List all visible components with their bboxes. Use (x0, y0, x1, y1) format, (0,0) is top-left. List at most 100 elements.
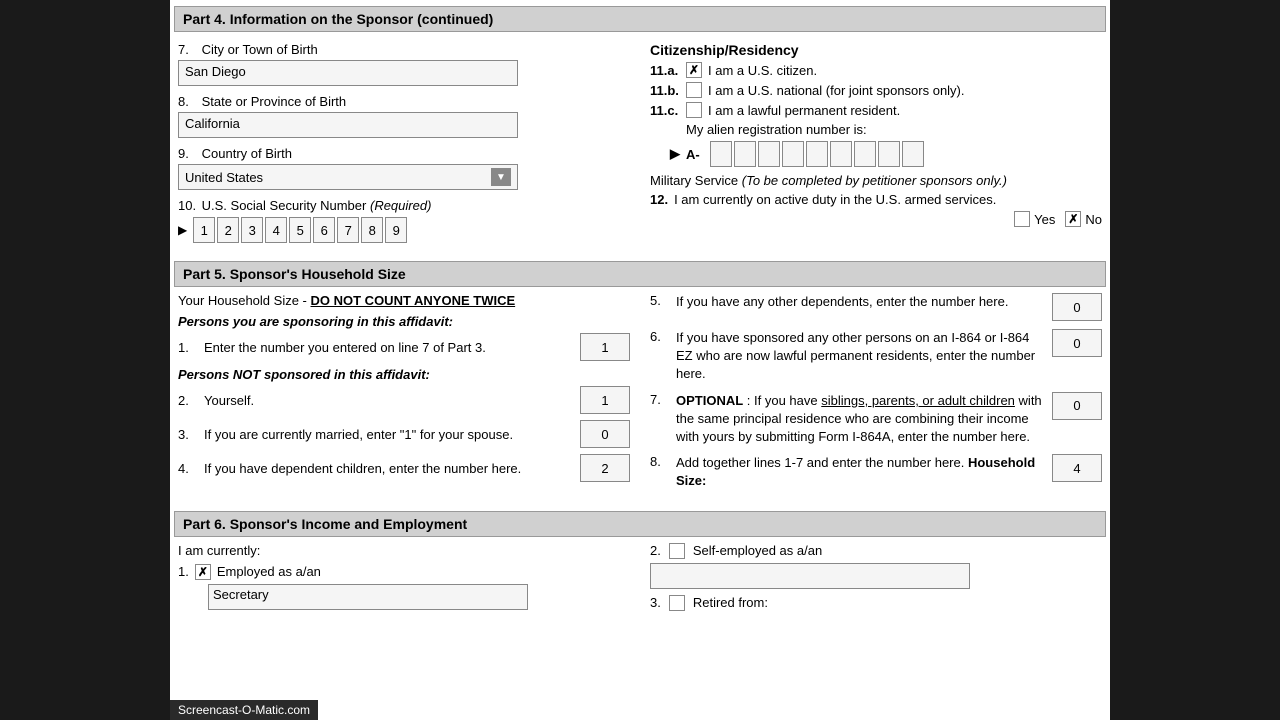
field-7-row: 7. City or Town of Birth San Diego (178, 42, 630, 86)
ssn-box-2[interactable]: 2 (217, 217, 239, 243)
form-container: Part 4. Information on the Sponsor (cont… (170, 0, 1110, 720)
part6-header: Part 6. Sponsor's Income and Employment (174, 511, 1106, 537)
state-birth-input[interactable]: California (178, 112, 518, 138)
ssn-box-8[interactable]: 8 (361, 217, 383, 243)
self-emp-label: Self-employed as a/an (693, 543, 822, 558)
dropdown-arrow-icon[interactable]: ▼ (491, 168, 511, 186)
alien-box-2[interactable] (734, 141, 756, 167)
ssn-play-icon: ▶ (178, 223, 187, 237)
employed-input[interactable]: Secretary (208, 584, 528, 610)
part6-left: I am currently: 1. ✗ Employed as a/an Se… (178, 543, 630, 611)
alien-box-3[interactable] (758, 141, 780, 167)
ssn-box-4[interactable]: 4 (265, 217, 287, 243)
part4-header: Part 4. Information on the Sponsor (cont… (174, 6, 1106, 32)
ssn-box-9[interactable]: 9 (385, 217, 407, 243)
part5-input-3[interactable]: 0 (580, 420, 630, 448)
alien-box-5[interactable] (806, 141, 828, 167)
checkbox-11b[interactable] (686, 82, 702, 98)
part5-left: Your Household Size - DO NOT COUNT ANYON… (178, 293, 630, 499)
part5-item-5: 5. If you have any other dependents, ent… (650, 293, 1102, 321)
alien-box-6[interactable] (830, 141, 852, 167)
checkbox-11c[interactable] (686, 102, 702, 118)
right-column: Citizenship/Residency 11.a. ✗ I am a U.S… (650, 42, 1102, 251)
yes-checkbox[interactable] (1014, 211, 1030, 227)
yes-option: Yes (1014, 211, 1055, 227)
ssn-box-7[interactable]: 7 (337, 217, 359, 243)
part6-right: 2. Self-employed as a/an 3. Retired from… (650, 543, 1102, 611)
not-sponsoring-label: Persons NOT sponsored in this affidavit: (178, 367, 630, 382)
part5-right-input-6[interactable]: 0 (1052, 329, 1102, 357)
retired-label: Retired from: (693, 595, 768, 610)
ssn-box-6[interactable]: 6 (313, 217, 335, 243)
part6-content: I am currently: 1. ✗ Employed as a/an Se… (170, 543, 1110, 611)
alien-box-1[interactable] (710, 141, 732, 167)
no-option: ✗ No (1065, 211, 1102, 227)
field8-number: 8. (178, 94, 198, 109)
part5-right: 5. If you have any other dependents, ent… (650, 293, 1102, 499)
field9-number: 9. (178, 146, 198, 161)
city-birth-input[interactable]: San Diego (178, 60, 518, 86)
ssn-box-5[interactable]: 5 (289, 217, 311, 243)
alien-row: ▶ A- (650, 141, 1102, 167)
play-icon: ▶ (670, 146, 680, 162)
label-11b: 11.b. (650, 83, 680, 98)
part5-content: Your Household Size - DO NOT COUNT ANYON… (170, 293, 1110, 505)
alien-label: My alien registration number is: (686, 122, 867, 137)
part5-input-1[interactable]: 1 (580, 333, 630, 361)
field9-label: Country of Birth (202, 146, 292, 161)
check-row-11a: 11.a. ✗ I am a U.S. citizen. (650, 62, 1102, 78)
ssn-box-1[interactable]: 1 (193, 217, 215, 243)
alien-label-row: My alien registration number is: (686, 122, 1102, 137)
employed-checkbox[interactable]: ✗ (195, 564, 211, 580)
field10-required: (Required) (370, 198, 431, 213)
military-section: Military Service (To be completed by pet… (650, 173, 1102, 227)
citizenship-section: Citizenship/Residency 11.a. ✗ I am a U.S… (650, 42, 1102, 227)
alien-box-8[interactable] (878, 141, 900, 167)
text-11a: I am a U.S. citizen. (708, 63, 817, 78)
check-row-11c: 11.c. I am a lawful permanent resident. (650, 102, 1102, 118)
retired-checkbox[interactable] (669, 595, 685, 611)
retired-number: 3. (650, 595, 661, 610)
country-birth-dropdown[interactable]: United States ▼ (178, 164, 518, 190)
field-8-row: 8. State or Province of Birth California (178, 94, 630, 138)
part5-item-8: 8. Add together lines 1-7 and enter the … (650, 454, 1102, 490)
field8-label: State or Province of Birth (202, 94, 347, 109)
military-note: (To be completed by petitioner sponsors … (742, 173, 1007, 188)
checkbox-11a[interactable]: ✗ (686, 62, 702, 78)
yes-label: Yes (1034, 212, 1055, 227)
self-employed-input[interactable] (650, 563, 970, 589)
alien-box-4[interactable] (782, 141, 804, 167)
ssn-box-3[interactable]: 3 (241, 217, 263, 243)
part5-right-input-8[interactable]: 4 (1052, 454, 1102, 482)
check-row-11b: 11.b. I am a U.S. national (for joint sp… (650, 82, 1102, 98)
part5-item-2: 2. Yourself. 1 (178, 386, 630, 414)
part5-header: Part 5. Sponsor's Household Size (174, 261, 1106, 287)
emp-number: 1. (178, 564, 189, 579)
alien-boxes (710, 141, 924, 167)
part5-right-input-7[interactable]: 0 (1052, 392, 1102, 420)
part5-item-6: 6. If you have sponsored any other perso… (650, 329, 1102, 384)
part5-item-4: 4. If you have dependent children, enter… (178, 454, 630, 482)
part4-title: Part 4. Information on the Sponsor (cont… (183, 11, 493, 27)
citizenship-title: Citizenship/Residency (650, 42, 1102, 58)
field12-text: I am currently on active duty in the U.S… (674, 192, 996, 207)
part5-input-2[interactable]: 1 (580, 386, 630, 414)
alien-box-9[interactable] (902, 141, 924, 167)
part5-right-input-5[interactable]: 0 (1052, 293, 1102, 321)
alien-prefix: A- (686, 147, 700, 162)
text-11c: I am a lawful permanent resident. (708, 103, 900, 118)
part5-item-3: 3. If you are currently married, enter "… (178, 420, 630, 448)
self-employed-row: 2. Self-employed as a/an (650, 543, 1102, 559)
no-checkbox[interactable]: ✗ (1065, 211, 1081, 227)
part5-input-4[interactable]: 2 (580, 454, 630, 482)
part5-title: Part 5. Sponsor's Household Size (183, 266, 406, 282)
alien-box-7[interactable] (854, 141, 876, 167)
field7-label: City or Town of Birth (202, 42, 318, 57)
ssn-row: ▶ 1 2 3 4 5 6 7 8 9 (178, 217, 630, 243)
part5-item-1: 1. Enter the number you entered on line … (178, 333, 630, 361)
no-label: No (1085, 212, 1102, 227)
field10-label: U.S. Social Security Number (202, 198, 367, 213)
self-employed-checkbox[interactable] (669, 543, 685, 559)
field12-number: 12. (650, 192, 668, 207)
ssn-boxes: 1 2 3 4 5 6 7 8 9 (193, 217, 407, 243)
